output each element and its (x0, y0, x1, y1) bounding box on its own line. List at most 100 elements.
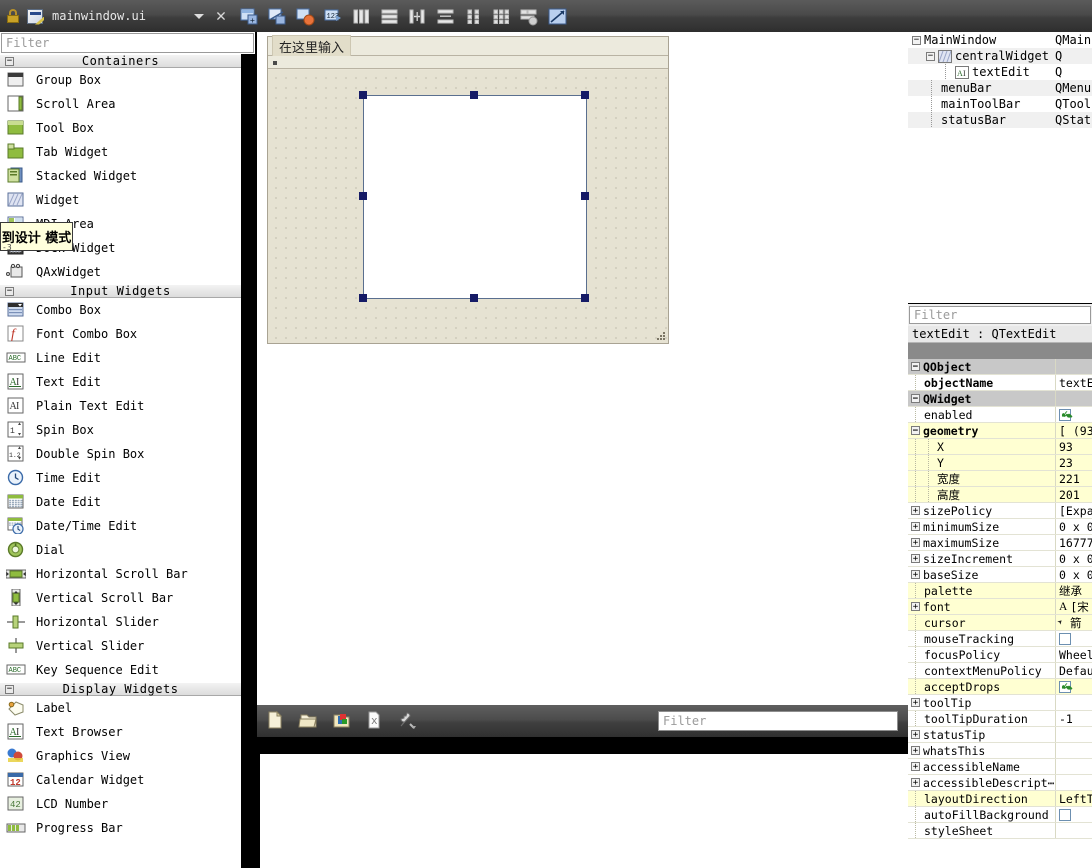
property-row-cursor[interactable]: cursor 箭 (908, 615, 1092, 631)
widget-box-scroll-gutter[interactable] (241, 54, 255, 868)
property-row-statusTip[interactable]: + statusTip (908, 727, 1092, 743)
property-value-cell[interactable]: 0 x 0 (1055, 567, 1092, 582)
property-expander-icon[interactable]: − (911, 394, 920, 403)
property-row-enabled[interactable]: enabled (908, 407, 1092, 423)
edit-resource-icon[interactable] (331, 710, 353, 732)
property-row-X[interactable]: X 93 (908, 439, 1092, 455)
widget-item-group-box[interactable]: Group Box (0, 68, 241, 92)
property-value-cell[interactable]: A [宋 (1055, 599, 1092, 614)
toolbar-grip[interactable] (273, 61, 277, 65)
property-row-focusPolicy[interactable]: focusPolicy Wheel (908, 647, 1092, 663)
property-value-cell[interactable]: [Expa (1055, 503, 1092, 518)
widget-category-header-input-widgets[interactable]: − Input Widgets (0, 284, 241, 298)
object-tree-row-statusBar[interactable]: statusBar QStat (908, 112, 1092, 128)
resource-filter-input[interactable]: Filter (658, 711, 898, 731)
widget-item-time-edit[interactable]: Time Edit (0, 466, 241, 490)
object-tree-row-menuBar[interactable]: menuBar QMenu (908, 80, 1092, 96)
property-value-cell[interactable]: 0 x 0 (1055, 519, 1092, 534)
property-value-cell[interactable] (1055, 775, 1092, 790)
property-value-cell[interactable]: -1 (1055, 711, 1092, 726)
property-row-accessibleName[interactable]: + accessibleName (908, 759, 1092, 775)
property-checkbox[interactable] (1059, 407, 1071, 421)
property-value-cell[interactable]: 23 (1055, 455, 1092, 470)
property-filter-input[interactable]: Filter (909, 306, 1091, 324)
widget-item-line-edit[interactable]: ABC Line Edit (0, 346, 241, 370)
tree-expander-icon[interactable]: − (912, 35, 921, 45)
lock-icon[interactable] (2, 4, 24, 28)
property-value-cell[interactable] (1055, 759, 1092, 774)
property-expander-icon[interactable]: + (911, 602, 920, 611)
property-value-cell[interactable]: LeftT (1055, 791, 1092, 806)
widget-item-scroll-area[interactable]: Scroll Area (0, 92, 241, 116)
property-row-baseSize[interactable]: + baseSize 0 x 0 (908, 567, 1092, 583)
widget-item-stacked-widget[interactable]: Stacked Widget (0, 164, 241, 188)
break-layout-icon[interactable] (515, 4, 543, 28)
new-resource-file-icon[interactable] (265, 710, 287, 732)
lower-dock-content[interactable] (260, 754, 908, 868)
layout-horizontal-splitter-icon[interactable] (403, 4, 431, 28)
property-expander-icon[interactable]: + (911, 554, 920, 563)
property-row-sizePolicy[interactable]: + sizePolicy [Expa (908, 503, 1092, 519)
object-tree-row-mainToolBar[interactable]: mainToolBar QTool (908, 96, 1092, 112)
property-expander-icon[interactable]: + (911, 730, 920, 739)
property-expander-icon[interactable]: + (911, 506, 920, 515)
property-row-QObject[interactable]: − QObject (908, 359, 1092, 375)
selected-text-edit-widget[interactable] (363, 95, 587, 299)
object-tree-row-MainWindow[interactable]: − MainWindow QMain (908, 32, 1092, 48)
widget-item-double-spin-box[interactable]: 1.2 Double Spin Box (0, 442, 241, 466)
property-value-cell[interactable]: 16777 (1055, 535, 1092, 550)
edit-widgets-icon[interactable]: + (235, 4, 263, 28)
property-value-cell[interactable] (1055, 743, 1092, 758)
widget-item-vertical-scroll-bar[interactable]: Vertical Scroll Bar (0, 586, 241, 610)
property-row-sizeIncrement[interactable]: + sizeIncrement 0 x 0 (908, 551, 1092, 567)
property-row-accessibleDescript-[interactable]: + accessibleDescript⋯ (908, 775, 1092, 791)
property-row-palette[interactable]: palette 继承 (908, 583, 1092, 599)
resize-handle-bottom-right[interactable] (581, 294, 589, 302)
widget-item-widget[interactable]: Widget (0, 188, 241, 212)
widget-item-font-combo-box[interactable]: f Font Combo Box (0, 322, 241, 346)
property-row-layoutDirection[interactable]: layoutDirection LeftT (908, 791, 1092, 807)
property-value-cell[interactable] (1055, 823, 1092, 838)
resize-handle-top-left[interactable] (359, 91, 367, 99)
property-expander-icon[interactable]: − (911, 426, 920, 435)
resize-handle-middle-right[interactable] (581, 192, 589, 200)
resize-handle-middle-left[interactable] (359, 192, 367, 200)
property-value-cell[interactable] (1055, 695, 1092, 710)
form-window[interactable]: 在这里输入 (267, 34, 669, 344)
property-value-cell[interactable]: textE (1055, 375, 1092, 390)
widget-category-header-display-widgets[interactable]: − Display Widgets (0, 682, 241, 696)
property-value-cell[interactable] (1055, 679, 1092, 694)
widget-item-vertical-slider[interactable]: Vertical Slider (0, 634, 241, 658)
property-row-acceptDrops[interactable]: acceptDrops (908, 679, 1092, 695)
widget-item-combo-box[interactable]: Combo Box (0, 298, 241, 322)
close-file-button[interactable]: ✕ (210, 4, 232, 28)
form-canvas[interactable] (268, 70, 668, 343)
property-row-objectName[interactable]: objectName textE (908, 375, 1092, 391)
widget-item-lcd-number[interactable]: 42 LCD Number (0, 792, 241, 816)
menu-placeholder-item[interactable]: 在这里输入 (272, 34, 352, 58)
property-row-mouseTracking[interactable]: mouseTracking (908, 631, 1092, 647)
property-checkbox[interactable] (1059, 679, 1071, 693)
property-value-cell[interactable]: Defau (1055, 663, 1092, 678)
edit-buddies-icon[interactable] (291, 4, 319, 28)
property-expander-icon[interactable]: + (911, 522, 920, 531)
tree-expander-icon[interactable]: − (926, 51, 935, 61)
open-file-selector[interactable]: mainwindow.ui (24, 4, 188, 28)
widget-box-filter-input[interactable]: Filter (1, 33, 254, 53)
property-row-contextMenuPolicy[interactable]: contextMenuPolicy Defau (908, 663, 1092, 679)
property-expander-icon[interactable]: − (911, 362, 920, 371)
property-value-cell[interactable]: 0 x 0 (1055, 551, 1092, 566)
widget-item-key-sequence-edit[interactable]: ABC Key Sequence Edit (0, 658, 241, 682)
property-value-cell[interactable] (1055, 727, 1092, 742)
widget-item-text-browser[interactable]: A I Text Browser (0, 720, 241, 744)
resize-handle-top-right[interactable] (581, 91, 589, 99)
property-value-cell[interactable]: 201 (1055, 487, 1092, 502)
object-tree-row-centralWidget[interactable]: − centralWidget Q (908, 48, 1092, 64)
property-expander-icon[interactable]: + (911, 570, 920, 579)
widget-item-horizontal-scroll-bar[interactable]: Horizontal Scroll Bar (0, 562, 241, 586)
form-size-grip[interactable] (654, 329, 665, 340)
property-row-autoFillBackground[interactable]: autoFillBackground (908, 807, 1092, 823)
property-row-toolTipDuration[interactable]: toolTipDuration -1 (908, 711, 1092, 727)
widget-item-horizontal-slider[interactable]: Horizontal Slider (0, 610, 241, 634)
property-row-Y[interactable]: Y 23 (908, 455, 1092, 471)
